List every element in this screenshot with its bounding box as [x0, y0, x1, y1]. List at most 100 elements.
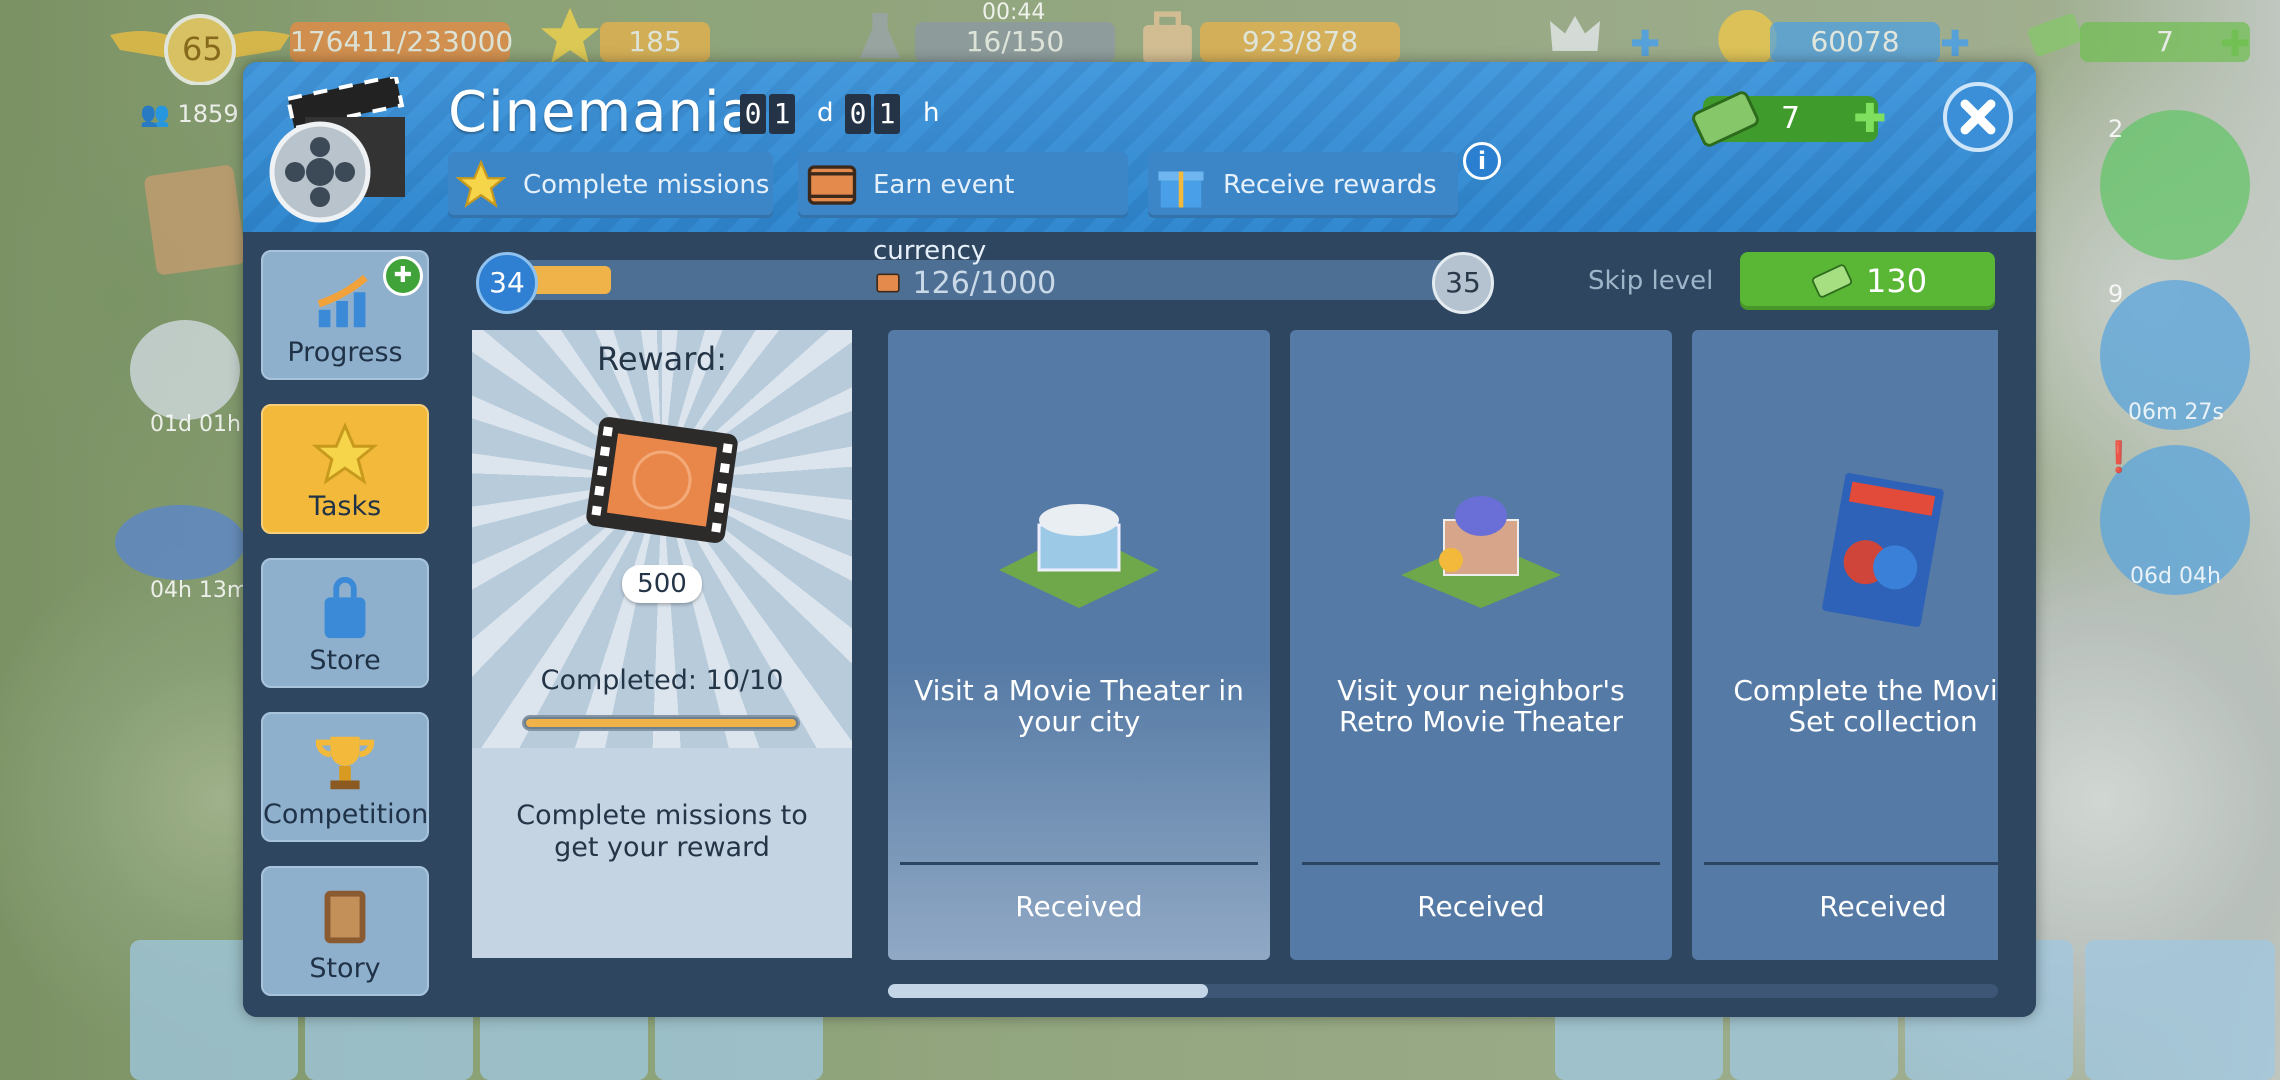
population-value: 1859 — [177, 100, 239, 128]
cinema-event-timer: 01d 01h — [150, 412, 241, 437]
film-ticket-icon — [807, 165, 857, 205]
nav-label: Tasks — [308, 491, 382, 522]
missions-scrollbar[interactable] — [888, 984, 1998, 998]
cash-value: 7 — [2156, 25, 2174, 58]
close-button[interactable] — [1943, 82, 2013, 152]
nav-competition[interactable]: Competition — [261, 712, 429, 842]
timer-digit: 1 — [769, 94, 795, 134]
gift-badge-icon: ✚ — [383, 256, 423, 296]
mission-divider — [1302, 862, 1660, 865]
mission-text: Visit a Movie Theater in your city — [914, 674, 1244, 738]
radar-badge: 9 — [2108, 280, 2124, 308]
mission-card[interactable]: Visit a Movie Theater in your city Recei… — [888, 330, 1270, 960]
blimp-timer: 04h 13m — [150, 578, 249, 603]
nav-story[interactable]: Story — [261, 866, 429, 996]
crown-icon — [1550, 16, 1600, 51]
timer-days: 0 1 — [740, 94, 795, 134]
mission-status: Received — [1819, 890, 1947, 923]
fuel-flask-icon — [860, 13, 900, 58]
add-coins-icon[interactable]: ✚ — [1940, 24, 1970, 65]
fuel-counter: 16/150 — [915, 22, 1115, 62]
reward-card: Reward: 500 Completed: 10/10 Complete mi… — [472, 330, 852, 958]
missions-list[interactable]: Visit a Movie Theater in your city Recei… — [888, 330, 1998, 960]
mission-divider — [900, 862, 1258, 865]
cinema-event-icon[interactable] — [130, 320, 240, 420]
timer-digit: 1 — [874, 94, 900, 134]
reward-completed: Completed: 10/10 — [540, 665, 784, 696]
current-level-badge: 34 — [476, 252, 538, 314]
mission-text: Visit your neighbor's Retro Movie Theate… — [1337, 674, 1625, 738]
timer-digit: 0 — [740, 94, 766, 134]
event-header: Cinemania 0 1 d 0 1 h Complete missions … — [243, 62, 2036, 266]
nav-label: Competition — [263, 799, 429, 830]
coins-value: 60078 — [1810, 25, 1900, 58]
xp-bar: 176411/233000 — [290, 22, 514, 62]
fuel-value: 16/150 — [965, 25, 1065, 58]
mission-status: Received — [1015, 890, 1143, 923]
event-panel: Cinemania 0 1 d 0 1 h Complete missions … — [243, 62, 2036, 1017]
event-cash-value: 7 — [1780, 101, 1801, 136]
add-cash-icon[interactable]: ✚ — [2220, 24, 2250, 65]
timer-digit: 0 — [845, 94, 871, 134]
skip-level-button[interactable]: 130 — [1740, 252, 1995, 310]
step-label: Receive rewards — [1223, 170, 1437, 200]
info-button[interactable]: i — [1463, 142, 1501, 180]
xp-text: 176411/233000 — [290, 25, 514, 58]
stars-counter: 185 — [600, 22, 710, 62]
nav-store[interactable]: Store — [261, 558, 429, 688]
reward-title: Reward: — [597, 340, 727, 378]
skip-level-label: Skip level — [1588, 266, 1714, 296]
film-ticket-icon — [586, 417, 738, 543]
bottom-hangar-button[interactable] — [2085, 940, 2275, 1080]
timer-days-unit: d — [817, 98, 834, 128]
missions-scroll-thumb[interactable] — [888, 984, 1208, 998]
step-complete-missions: Complete missions — [448, 152, 773, 218]
wallet-icon[interactable] — [143, 164, 247, 276]
nav-progress[interactable]: ✚ Progress — [261, 250, 429, 380]
population-counter: 👥 1859 — [140, 100, 239, 128]
star-icon — [311, 422, 379, 485]
book-icon — [324, 890, 366, 944]
timer-hours-unit: h — [923, 98, 940, 128]
comic-book-icon — [1822, 473, 1944, 627]
reward-completion-fill — [526, 719, 796, 727]
mission-card[interactable]: Visit your neighbor's Retro Movie Theate… — [1290, 330, 1672, 960]
next-level-badge: 35 — [1432, 252, 1494, 314]
blimp-icon[interactable] — [115, 505, 245, 580]
mission-divider — [1704, 862, 1998, 865]
nav-tasks[interactable]: Tasks — [261, 404, 429, 534]
step-label: Earn event currency — [873, 170, 1015, 266]
step-earn-currency: Earn event currency — [798, 152, 1128, 266]
coins-counter: 60078 — [1770, 22, 1940, 62]
gauge-alert-icon: ❗ — [2100, 440, 2138, 475]
cargo-counter: 923/878 — [1200, 22, 1400, 62]
gift-icon — [1158, 171, 1204, 208]
add-crown-icon[interactable]: ✚ — [1630, 24, 1660, 65]
cash-icon — [1692, 91, 1759, 147]
mission-text: Complete the Movieg Set collection — [1733, 674, 1998, 738]
mission-status: Received — [1417, 890, 1545, 923]
tower-badge: 2 — [2108, 115, 2124, 143]
nav-label: Store — [309, 645, 381, 676]
close-icon — [1960, 99, 1996, 135]
skip-cost: 130 — [1866, 262, 1928, 300]
step-label: Complete missions — [523, 170, 770, 200]
reward-amount: 500 — [622, 565, 702, 603]
timer-hours: 0 1 — [845, 94, 900, 134]
nav-label: Progress — [287, 337, 403, 368]
mission-card[interactable]: Complete the Movieg Set collection Recei… — [1692, 330, 1998, 960]
event-title: Cinemania — [448, 80, 756, 145]
cargo-value: 923/878 — [1241, 25, 1359, 58]
stars-value: 185 — [628, 25, 682, 58]
player-level: 65 — [182, 30, 223, 68]
tasks-content: 34 35 126/1000 Skip level 130 Reward: 50… — [448, 232, 2036, 1017]
step-receive-rewards: Receive rewards — [1148, 152, 1458, 218]
add-cash-button[interactable]: ✚ — [1853, 96, 1893, 142]
star-icon — [455, 159, 507, 208]
retro-theater-building-icon — [1401, 496, 1561, 608]
growth-chart-icon — [317, 274, 368, 328]
reward-description: Complete missions to get your reward — [516, 800, 808, 863]
event-nav: ✚ Progress Tasks Store Competition Story — [243, 232, 448, 1017]
nav-label: Story — [309, 953, 381, 984]
gauge-timer: 06d 04h — [2130, 564, 2221, 589]
